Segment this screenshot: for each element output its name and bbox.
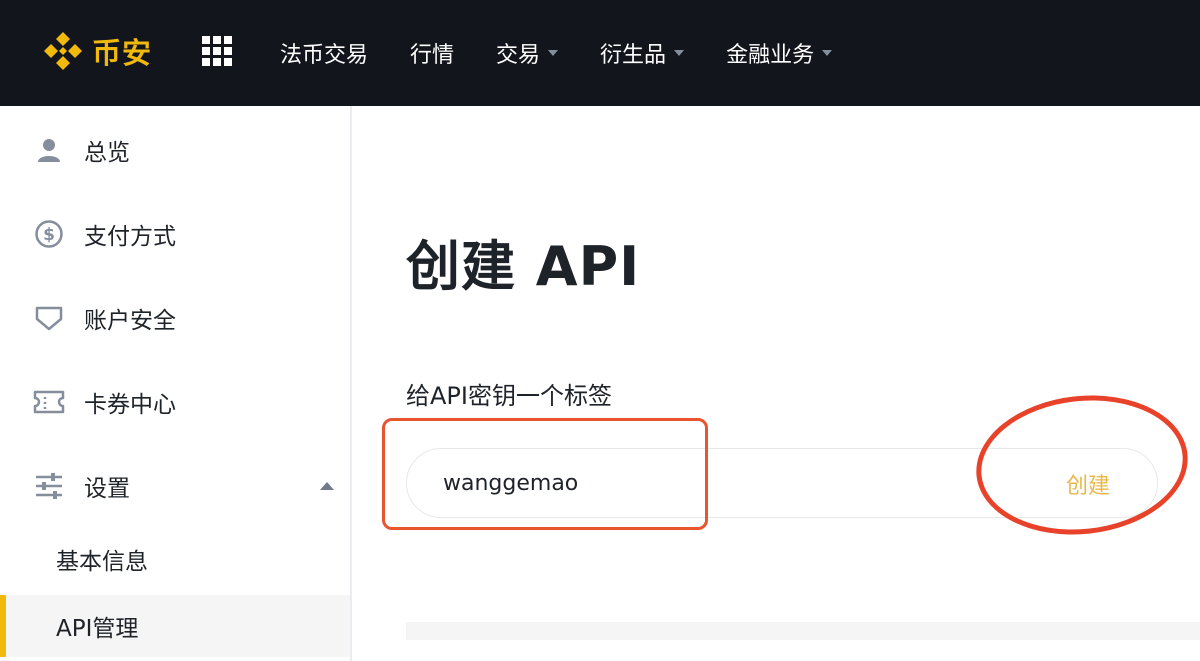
binance-logo-icon <box>44 32 82 70</box>
nav-item-finance[interactable]: 金融业务 <box>726 37 833 69</box>
dollar-circle-icon: $ <box>33 218 65 250</box>
sidebar-item-payment[interactable]: $ 支付方式 <box>0 204 350 264</box>
sidebar-item-overview[interactable]: 总览 <box>0 120 350 180</box>
sidebar-item-coupons[interactable]: 卡券中心 <box>0 372 350 432</box>
apps-grid-icon[interactable] <box>202 36 232 66</box>
top-nav-bar: 币安 法币交易 行情 交易 衍生品 金融业务 <box>0 0 1200 106</box>
api-label-input[interactable] <box>443 463 923 503</box>
sliders-icon <box>33 470 65 502</box>
content-divider-strip <box>406 622 1200 640</box>
page-title: 创建 API <box>406 235 641 298</box>
brand-name: 币安 <box>92 36 153 70</box>
chevron-down-icon <box>548 50 559 56</box>
main-nav: 法币交易 行情 交易 衍生品 金融业务 <box>280 0 874 106</box>
sidebar-subitem-label: 基本信息 <box>56 549 148 575</box>
sidebar-item-security[interactable]: 账户安全 <box>0 288 350 348</box>
nav-item-derivatives[interactable]: 衍生品 <box>600 37 685 69</box>
sidebar-item-label: 设置 <box>84 476 130 502</box>
sidebar-item-label: 卡券中心 <box>84 392 176 418</box>
brand-logo[interactable]: 币安 <box>42 30 152 72</box>
user-icon <box>33 134 65 166</box>
svg-text:$: $ <box>43 225 55 245</box>
sidebar-subitem-basic-info[interactable]: 基本信息 <box>0 528 350 590</box>
sidebar-subitem-api-management[interactable]: API管理 <box>0 595 350 657</box>
nav-item-label: 衍生品 <box>600 43 667 68</box>
sidebar-item-label: 总览 <box>84 140 130 166</box>
nav-item-label: 行情 <box>410 43 455 68</box>
shield-icon <box>33 302 65 334</box>
nav-item-label: 金融业务 <box>726 43 815 68</box>
create-api-button[interactable]: 创建 <box>1040 462 1136 506</box>
nav-item-label: 交易 <box>496 43 541 68</box>
sidebar-item-label: 支付方式 <box>84 224 176 250</box>
chevron-down-icon <box>822 50 833 56</box>
nav-item-label: 法币交易 <box>280 43 369 68</box>
nav-item-markets[interactable]: 行情 <box>410 37 454 69</box>
sidebar: 总览 $ 支付方式 账户安全 卡券中心 设置 基本信息 API管理 <box>0 106 352 661</box>
sidebar-subitem-label: API管理 <box>56 616 139 642</box>
chevron-up-icon <box>320 482 334 490</box>
nav-item-trade[interactable]: 交易 <box>496 37 559 69</box>
nav-item-fiat[interactable]: 法币交易 <box>280 37 368 69</box>
api-label-field-label: 给API密钥一个标签 <box>406 382 612 410</box>
sidebar-item-label: 账户安全 <box>84 308 176 334</box>
chevron-down-icon <box>674 50 685 56</box>
sidebar-item-settings[interactable]: 设置 <box>0 456 350 516</box>
ticket-icon <box>33 386 65 418</box>
